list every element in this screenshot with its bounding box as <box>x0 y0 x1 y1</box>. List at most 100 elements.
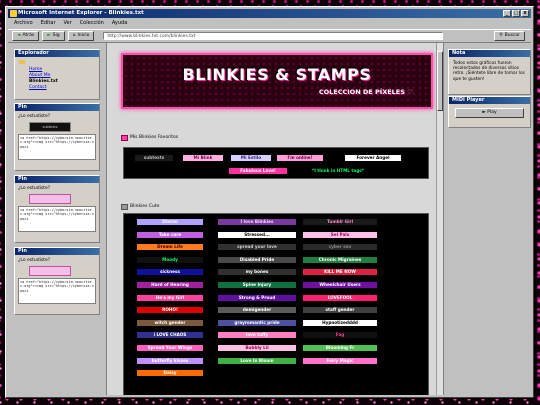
pin-blinkie: subtexts <box>29 122 71 132</box>
cute-blinkie[interactable]: LOVEFOOL <box>302 293 378 302</box>
cute-blinkie[interactable]: my bones <box>217 268 297 277</box>
cute-blinkie[interactable]: Stressed... <box>217 230 297 239</box>
cute-blinkie[interactable]: Daisy <box>136 369 204 378</box>
search-label: Buscar <box>504 33 520 38</box>
menu-bar: Archivo Editar Ver Colección Ayuda <box>8 19 531 28</box>
cute-blinkie[interactable]: Stereo <box>136 218 204 226</box>
menu-edit[interactable]: Editar <box>41 19 56 28</box>
favorites-box: subtexts Mi Blink Mi Estilo I'm online! Fore… <box>123 147 429 179</box>
cute-blinkie[interactable]: Tumblr Girl <box>302 218 378 226</box>
home-label: Inicio <box>77 33 90 38</box>
pin-blinkie <box>29 266 71 276</box>
cute-blinkie[interactable]: Hard of Hearing <box>136 281 204 289</box>
menu-file[interactable]: Archivo <box>14 19 33 28</box>
search-icon: ⚲ <box>499 33 503 38</box>
midi-panel: MIDI Player ► Play <box>448 96 531 128</box>
pin-label: ¿Lo estudiste? <box>18 186 51 191</box>
menu-help[interactable]: Ayuda <box>112 19 127 28</box>
heart-icon: ♡ <box>407 88 413 96</box>
cute-blinkie[interactable]: Fag <box>302 331 378 340</box>
cute-blinkie[interactable]: staff gender <box>302 306 378 315</box>
cute-blinkie[interactable]: He's my Girl <box>136 293 204 302</box>
favorites-heading: Mis Blinkies Favoritos <box>121 135 178 141</box>
cute-blinkie[interactable]: Fairy Magic <box>302 356 378 365</box>
pin-code[interactable]: <a href="https://cybersia.neocities.org"… <box>18 134 96 160</box>
minimize-button[interactable]: _ <box>503 10 511 17</box>
pin-panel-1: Pin ¿Lo estudiste? subtexts <a href="htt… <box>14 103 100 171</box>
cute-blinkie[interactable]: Love In Bloom <box>217 356 297 365</box>
search-button[interactable]: ⚲ Buscar <box>494 31 525 41</box>
favorite-blinkie[interactable]: *I think in HTML tags* <box>298 167 378 175</box>
scroll-thumb[interactable] <box>437 51 443 111</box>
cute-blinkie[interactable]: Bubbly Lil <box>217 344 297 352</box>
menu-view[interactable]: Ver <box>64 19 72 28</box>
close-button[interactable]: x <box>521 10 529 17</box>
cute-blinkie[interactable]: Sel Pals <box>302 230 378 239</box>
window-title: Microsoft Internet Explorer - Blinkies.t… <box>18 10 144 16</box>
banner-title: BLINKIES & STAMPS <box>182 65 372 84</box>
cute-blinkie[interactable]: grayromantic pride <box>217 318 297 327</box>
cute-blinkie[interactable]: love taffy <box>217 331 297 340</box>
favorite-blinkie[interactable]: subtexts <box>134 154 174 162</box>
cute-blinkie[interactable]: Moody <box>136 255 204 264</box>
cute-blinkie[interactable]: Spread Your Wings <box>136 344 204 352</box>
pin-panel-3: Pin ¿Lo estudiste? <a href="https://cybe… <box>14 247 100 315</box>
title-bar: Microsoft Internet Explorer - Blinkies.t… <box>8 9 531 18</box>
header-banner: BLINKIES & STAMPS COLECCION DE PÍXELES ♡ <box>121 53 433 109</box>
address-bar[interactable]: http://www.blinkies.txt.com/blinkies.txt <box>103 32 444 40</box>
cute-blinkie[interactable]: cyber sex <box>302 243 378 252</box>
favorite-blinkie[interactable]: Fabulous Love! <box>228 167 288 175</box>
favorite-blinkie[interactable]: Mi Estilo <box>230 154 272 162</box>
cute-blinkie[interactable]: Spine Injury <box>217 281 297 289</box>
cute-blinkie[interactable]: KILL ME NOW <box>302 268 378 277</box>
cute-blinkie[interactable]: demigender <box>217 306 297 315</box>
cute-blinkie[interactable]: I love Blinkies <box>217 218 297 226</box>
home-button[interactable]: ⌂ Inicio <box>67 31 95 41</box>
pin-title: Pin <box>15 248 99 255</box>
toolbar: ◄ Atrás ► Sig ⌂ Inicio http://www.blinkies.… <box>8 29 531 43</box>
home-icon: ⌂ <box>72 33 76 38</box>
pin-panel-2: Pin ¿Lo estudiste? <a href="https://cybe… <box>14 175 100 243</box>
cute-blinkie[interactable]: spread your love <box>217 243 297 252</box>
back-label: Atrás <box>22 33 35 38</box>
scrollbar[interactable] <box>436 43 443 395</box>
favorite-blinkie[interactable]: I'm online! <box>276 154 324 162</box>
pin-blinkie <box>29 194 71 204</box>
cute-blinkie[interactable]: i LOVE CHAOS <box>136 331 204 340</box>
ie-icon <box>10 10 17 17</box>
cute-blinkie[interactable]: Chronic Migraines <box>302 255 378 264</box>
cute-blinkie[interactable]: butterfly kisses <box>136 356 204 365</box>
pin-code[interactable]: <a href="https://cybersia.neocities.org"… <box>18 278 96 304</box>
pin-title: Pin <box>15 176 99 183</box>
forward-button[interactable]: ► Sig <box>42 31 65 41</box>
page-content: Explorador Home About Me Blinkies.txt Co… <box>8 43 531 395</box>
note-title: Nota <box>449 50 530 57</box>
cute-blinkie[interactable]: Hypnotizedddd <box>302 318 378 327</box>
cute-blinkie[interactable]: Dream Life <box>136 243 204 252</box>
cute-blinkie[interactable]: ROHO! <box>136 306 204 315</box>
window-icon <box>121 204 128 210</box>
cute-blinkie[interactable]: sickness <box>136 268 204 277</box>
tree-item-contact[interactable]: Contact <box>19 85 95 91</box>
explorer-panel: Explorador Home About Me Blinkies.txt Co… <box>14 49 100 100</box>
banner-subtitle: COLECCION DE PÍXELES ♡ <box>319 88 413 96</box>
cute-blinkie[interactable]: witch gender <box>136 318 204 327</box>
cute-blinkie[interactable]: Take care <box>136 230 204 239</box>
cute-title: Blinkies Cute <box>130 204 160 209</box>
note-panel: Nota Todos estos gráficos fueron recolec… <box>448 49 531 95</box>
cute-blinkie[interactable]: Strong & Proud <box>217 293 297 302</box>
back-button[interactable]: ◄ Atrás <box>12 31 40 41</box>
favorite-blinkie[interactable]: Forever Angel <box>344 154 402 162</box>
pin-code[interactable]: <a href="https://cybersia.neocities.org"… <box>18 206 96 232</box>
pin-title: Pin <box>15 104 99 111</box>
favorite-blinkie[interactable]: Mi Blink <box>182 154 224 162</box>
maximize-button[interactable]: □ <box>512 10 520 17</box>
cute-heading: Blinkies Cute <box>121 204 159 210</box>
play-button[interactable]: ► Play <box>455 108 524 118</box>
cute-blinkie[interactable]: Blooming Fr <box>302 344 378 352</box>
menu-collection[interactable]: Colección <box>80 19 104 28</box>
explorer-tree: Home About Me Blinkies.txt Contact <box>15 57 99 94</box>
cute-blinkie[interactable]: Disabled Pride <box>217 255 297 264</box>
main-column: BLINKIES & STAMPS COLECCION DE PÍXELES ♡… <box>106 43 444 395</box>
cute-blinkie[interactable]: Wheelchair Users <box>302 281 378 289</box>
